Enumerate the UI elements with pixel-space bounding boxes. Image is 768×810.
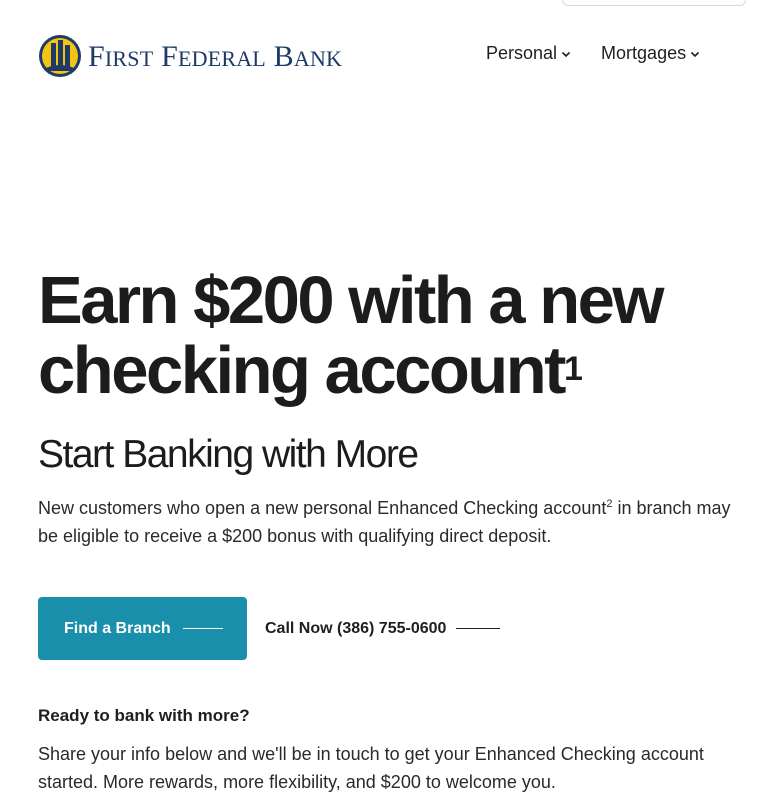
find-branch-button[interactable]: Find a Branch — [38, 597, 247, 660]
bank-name-word-2: FEDERAL — [161, 40, 266, 73]
lead-text-start: New customers who open a new personal En… — [38, 498, 607, 518]
ready-heading: Ready to bank with more? — [38, 706, 250, 725]
footnote-1[interactable]: 1 — [564, 350, 583, 388]
find-branch-label: Find a Branch — [64, 619, 171, 637]
main-nav: Personal Mortgages — [486, 43, 700, 64]
chevron-down-icon — [561, 51, 571, 57]
arrow-line-icon — [456, 627, 501, 630]
bank-name-word-1: FIRST — [88, 40, 154, 73]
chevron-down-icon — [691, 51, 700, 57]
hero-lead: New customers who open a new personal En… — [38, 490, 750, 550]
hero-subtitle: Start Banking with More — [38, 433, 419, 476]
page: FIRST FEDERAL BANK Personal Mortgages Ea… — [0, 0, 768, 810]
search-box-fragment[interactable] — [562, 0, 746, 6]
bank-logo[interactable]: FIRST FEDERAL BANK — [38, 28, 342, 84]
bank-name-word-3: BANK — [273, 40, 343, 73]
bank-building-icon — [39, 35, 81, 77]
call-now-label: Call Now (386) 755-0600 — [265, 619, 447, 637]
bank-name: FIRST FEDERAL BANK — [88, 40, 342, 72]
nav-mortgages-label: Mortgages — [601, 43, 687, 63]
nav-personal-label: Personal — [486, 43, 558, 63]
cta-row: Find a Branch Call Now (386) 755-0600 — [38, 597, 501, 660]
arrow-line-icon — [182, 627, 223, 630]
site-header: FIRST FEDERAL BANK Personal Mortgages — [38, 28, 768, 84]
nav-personal[interactable]: Personal — [486, 43, 571, 64]
call-now-link[interactable]: Call Now (386) 755-0600 — [265, 619, 501, 638]
hero-title: Earn $200 with a new checking account1 — [38, 266, 738, 406]
nav-mortgages[interactable]: Mortgages — [601, 43, 700, 64]
ready-body: Share your info below and we'll be in to… — [38, 744, 704, 792]
